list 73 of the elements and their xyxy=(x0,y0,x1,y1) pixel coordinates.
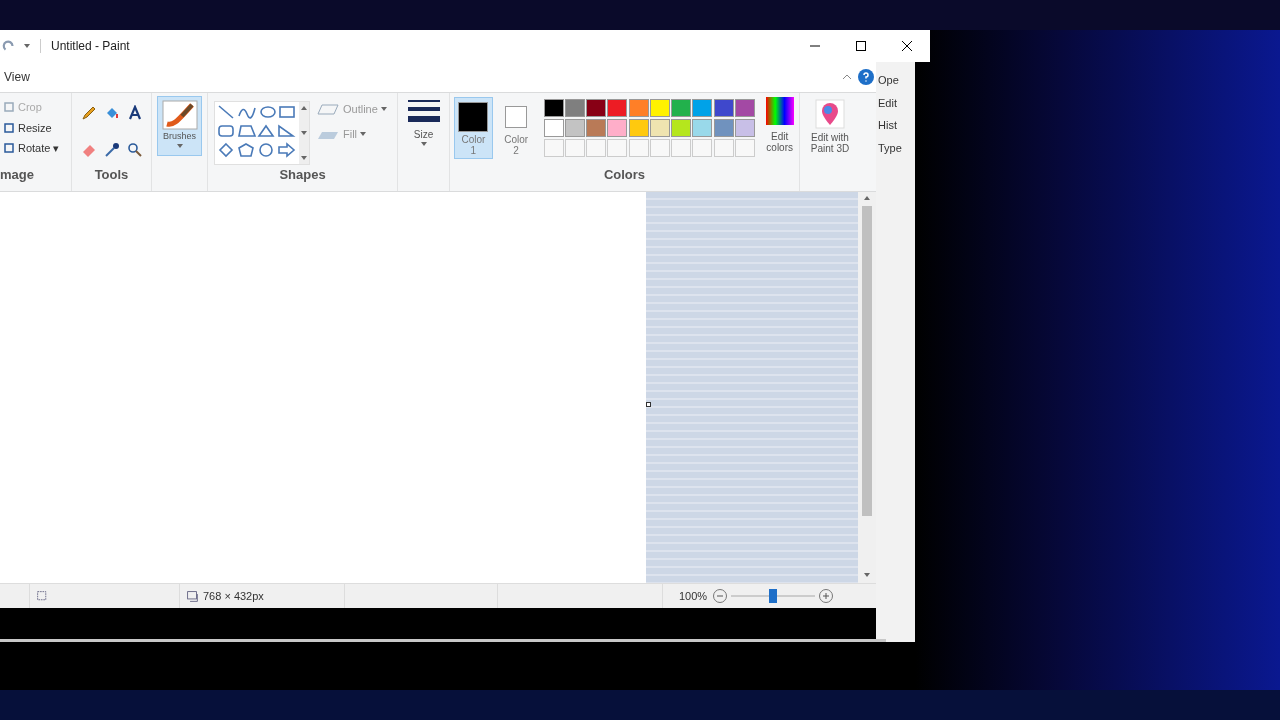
palette-color[interactable] xyxy=(692,119,713,137)
canvas-size-text: 768 × 432px xyxy=(203,588,264,604)
zoom-slider[interactable] xyxy=(731,589,816,603)
brush-icon xyxy=(161,100,198,130)
group-label: Shapes xyxy=(279,166,326,184)
caret-down-icon xyxy=(360,131,367,136)
palette-color[interactable] xyxy=(692,99,713,117)
palette-color[interactable] xyxy=(564,119,585,137)
background-window-text: Ope xyxy=(877,73,900,88)
group-label: Tools xyxy=(94,166,129,184)
caret-up-icon xyxy=(864,196,870,200)
caret-down-icon xyxy=(864,573,870,577)
minus-icon xyxy=(717,595,724,597)
palette-color[interactable] xyxy=(713,99,734,117)
palette-color[interactable] xyxy=(564,99,585,117)
edit-with-paint-3d-button[interactable]: Edit with Paint 3D xyxy=(801,99,859,154)
resize-handle[interactable] xyxy=(646,402,651,407)
palette-color[interactable] xyxy=(628,119,649,137)
brushes-button[interactable]: Brushes xyxy=(157,96,202,156)
close-icon xyxy=(902,41,912,51)
image-tool-button[interactable]: Rotate ▾ xyxy=(3,140,71,157)
zoom-slider-thumb[interactable] xyxy=(769,589,778,603)
color-selector[interactable]: Color 1 xyxy=(454,97,493,159)
caret-down-icon xyxy=(24,44,30,48)
palette-color[interactable] xyxy=(735,119,756,137)
maximize-icon xyxy=(856,41,866,51)
palette-color[interactable] xyxy=(713,119,734,137)
palette-color[interactable] xyxy=(649,99,670,117)
outline-icon xyxy=(316,103,340,116)
size-button[interactable]: Size xyxy=(407,97,440,146)
canvas-size-icon xyxy=(186,589,199,603)
plus-icon xyxy=(823,593,830,599)
caret-down-icon xyxy=(176,143,183,148)
palette-color[interactable] xyxy=(543,99,564,117)
background-window-text: Edit xyxy=(877,95,898,111)
group-label: mage xyxy=(0,166,35,184)
group-label: Colors xyxy=(603,166,646,184)
zoom-level: 100% xyxy=(679,588,708,604)
pencil-icon xyxy=(80,105,97,121)
color-selector[interactable]: Color 2 xyxy=(496,97,536,159)
caret-down-icon xyxy=(301,131,307,135)
spectrum-icon xyxy=(765,97,794,125)
caret-down-icon xyxy=(380,107,387,112)
caret-down-icon xyxy=(301,156,307,160)
scrollbar[interactable] xyxy=(858,192,876,583)
help-icon[interactable] xyxy=(858,69,874,85)
palette-color[interactable] xyxy=(649,119,670,137)
palette-color[interactable] xyxy=(607,119,628,137)
image-tool-button[interactable]: Resize xyxy=(3,119,71,136)
palette-color[interactable] xyxy=(628,99,649,117)
palette-color[interactable] xyxy=(586,99,607,117)
paint-3d-icon xyxy=(815,99,845,129)
magnifier-icon xyxy=(126,142,143,158)
quick-access-dropdown[interactable] xyxy=(24,44,30,48)
palette-color[interactable] xyxy=(607,99,628,117)
shapes-gallery-drawing[interactable] xyxy=(217,104,297,158)
palette-color[interactable] xyxy=(671,99,692,117)
caret-down-icon xyxy=(420,142,427,146)
selection-icon xyxy=(36,589,49,603)
background-window-text: Hist xyxy=(877,118,898,133)
collapse-ribbon-icon[interactable] xyxy=(842,73,852,81)
window-title: Untitled - Paint xyxy=(51,38,130,55)
palette-color[interactable] xyxy=(586,119,607,137)
ribbon-tab[interactable]: View xyxy=(0,68,34,86)
palette-color[interactable] xyxy=(671,119,692,137)
caret-up-icon xyxy=(301,106,307,110)
text-icon xyxy=(126,105,143,121)
redo-icon xyxy=(2,39,16,53)
edit-colors-button[interactable]: Edit colors xyxy=(760,97,799,165)
palette-color[interactable] xyxy=(543,119,564,137)
color-picker-icon xyxy=(103,142,120,158)
palette-color[interactable] xyxy=(735,99,756,117)
background-window-text: Type xyxy=(877,140,903,156)
